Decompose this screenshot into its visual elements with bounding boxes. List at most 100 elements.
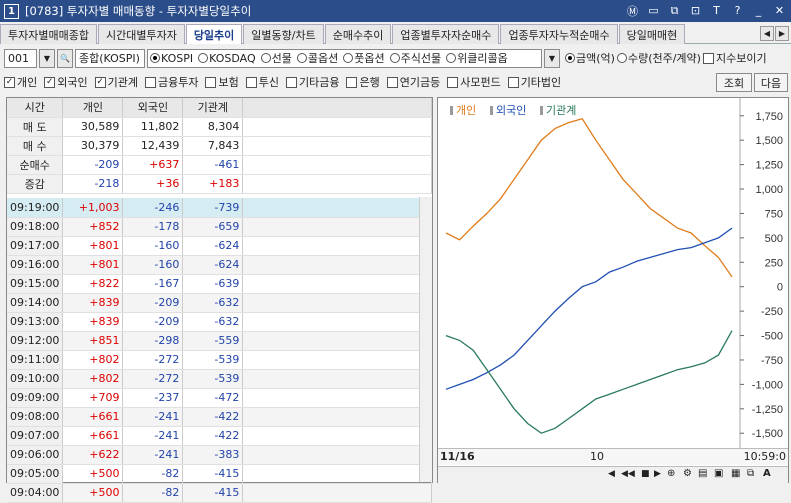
value-cell: -241 — [122, 445, 184, 465]
radio-stock-futures[interactable]: 주식선물 — [389, 50, 441, 66]
investor-checkbox-pension[interactable]: 연기금등 — [386, 74, 440, 90]
table-row[interactable]: 09:06:00 +622 -241 -383 — [7, 445, 432, 465]
next-button[interactable]: 다음 — [754, 73, 788, 92]
text-icon[interactable]: T — [709, 3, 724, 18]
value-cell: -241 — [122, 426, 184, 446]
show-index-checkbox[interactable]: 지수보이기 — [702, 50, 767, 66]
radio-kospi[interactable]: KOSPI — [150, 52, 193, 65]
font-icon[interactable]: A — [763, 468, 771, 479]
minimize-icon[interactable]: _ — [751, 3, 766, 18]
table-row[interactable]: 09:10:00 +802 -272 -539 — [7, 369, 432, 389]
investor-checkbox-institution[interactable]: ✓ 기관계 — [94, 74, 138, 90]
radio-quantity[interactable]: 수량(천주/계약) — [616, 50, 701, 66]
legend-marker — [490, 106, 493, 115]
tab-time-investor[interactable]: 시간대별투자자 — [97, 24, 185, 44]
help-icon[interactable]: ? — [730, 3, 745, 18]
investor-checkbox-insurance[interactable]: 보험 — [205, 74, 239, 90]
table-row[interactable]: 09:07:00 +661 -241 -422 — [7, 426, 432, 446]
radio-weekly-call[interactable]: 위클리콜옵 — [446, 50, 508, 66]
table-row[interactable]: 09:05:00 +500 -82 -415 — [7, 464, 432, 484]
tab-intraday-trend[interactable]: 당일추이 — [185, 24, 243, 44]
tab-bar: 투자자별매매종합 시간대별투자자 당일추이 일별동향/차트 순매수추이 업종별투… — [0, 24, 791, 44]
radio-amount[interactable]: 금액(억) — [565, 50, 615, 66]
radio-call[interactable]: 콜옵션 — [296, 50, 338, 66]
tab-daily-chart[interactable]: 일별동향/차트 — [243, 24, 324, 44]
chevron-down-icon[interactable]: ▼ — [544, 48, 560, 68]
vertical-scrollbar[interactable] — [419, 197, 432, 482]
value-cell: -472 — [182, 388, 244, 408]
table-row[interactable]: 09:16:00 +801 -160 -624 — [7, 255, 432, 275]
investor-checkbox-foreign[interactable]: ✓ 외국인 — [44, 74, 88, 90]
m-icon[interactable]: Ⓜ — [625, 3, 640, 18]
table-row[interactable]: 09:14:00 +839 -209 -632 — [7, 293, 432, 313]
tab-investor-summary[interactable]: 투자자별매매종합 — [0, 24, 97, 44]
chart-left-icon[interactable]: ◀ — [608, 469, 615, 479]
query-button[interactable]: 조회 — [716, 73, 752, 92]
table-row[interactable]: 09:17:00 +801 -160 -624 — [7, 236, 432, 256]
table-row[interactable]: 09:04:00 +500 -82 -415 — [7, 483, 432, 503]
empty-cell — [242, 198, 432, 218]
value-cell: +822 — [62, 274, 124, 294]
window-icon[interactable]: ▭ — [646, 3, 661, 18]
radio-dot-icon — [198, 53, 209, 63]
investor-checkbox-trust[interactable]: 투신 — [245, 74, 279, 90]
investor-checkbox-other-finance[interactable]: 기타금융 — [285, 74, 339, 90]
table-row[interactable]: 09:12:00 +851 -298 -559 — [7, 331, 432, 351]
radio-put[interactable]: 풋옵션 — [343, 50, 385, 66]
value-cell: -246 — [122, 198, 184, 218]
line-chart: 1,750 1,500 1,250 1,000 750 500 250 0 -250 -500 -7… — [445, 98, 783, 448]
table-row[interactable]: 09:09:00 +709 -237 -472 — [7, 388, 432, 408]
y-tick-label: -250 — [761, 306, 783, 318]
summary-row-net: 순매수 -209 +637 -461 — [7, 155, 432, 175]
table-row[interactable]: 09:15:00 +822 -167 -639 — [7, 274, 432, 294]
investor-checkbox-bank[interactable]: 은행 — [346, 74, 380, 90]
value-cell: -272 — [122, 350, 184, 370]
table-row[interactable]: 09:08:00 +661 -241 -422 — [7, 407, 432, 427]
empty-cell — [242, 464, 432, 484]
save-icon[interactable]: ▣ — [714, 468, 723, 479]
tab-left-arrow-icon[interactable]: ◀ — [760, 26, 774, 41]
checkbox-icon — [346, 76, 358, 88]
chart-panel: 1,750 1,500 1,250 1,000 750 500 250 0 -250 -500 -7… — [437, 97, 789, 483]
cell: 30,589 — [62, 117, 124, 137]
value-cell: -160 — [122, 236, 184, 256]
checkbox-icon — [386, 76, 398, 88]
radio-kosdaq[interactable]: KOSDAQ — [198, 52, 256, 65]
table-row[interactable]: 09:13:00 +839 -209 -632 — [7, 312, 432, 332]
value-cell: -415 — [182, 483, 244, 503]
tab-intraday-trade[interactable]: 당일매매현 — [618, 24, 686, 44]
investor-checkbox-other-corp[interactable]: 기타법인 — [507, 74, 561, 90]
table-row[interactable]: 09:11:00 +802 -272 -539 — [7, 350, 432, 370]
copy-icon[interactable]: ⧉ — [667, 3, 682, 18]
investor-checkbox-finance[interactable]: 금융투자 — [145, 74, 198, 90]
print-icon[interactable]: ▤ — [698, 468, 707, 479]
investor-checkbox-private-fund[interactable]: 사모펀드 — [447, 74, 501, 90]
table-row[interactable]: 09:19:00 +1,003 -246 -739 — [7, 198, 432, 218]
rewind-icon[interactable]: ◀◀ — [621, 469, 635, 479]
settings-icon[interactable]: ⚙ — [683, 468, 692, 479]
tab-right-arrow-icon[interactable]: ▶ — [775, 26, 789, 41]
tab-sector-net-buy[interactable]: 업종별투자자순매수 — [392, 24, 500, 44]
value-cell: -639 — [182, 274, 244, 294]
tab-net-buy-trend[interactable]: 순매수추이 — [324, 24, 392, 44]
chevron-down-icon[interactable]: ▼ — [39, 48, 55, 68]
time-cell: 09:10:00 — [7, 369, 64, 389]
table-icon[interactable]: ▦ — [731, 468, 740, 479]
time-cell: 09:04:00 — [7, 483, 64, 503]
close-icon[interactable]: ✕ — [772, 3, 787, 18]
search-icon[interactable]: 🔍 — [57, 48, 73, 68]
table-row[interactable]: 09:18:00 +852 -178 -659 — [7, 217, 432, 237]
cell: +183 — [182, 174, 244, 194]
radio-futures[interactable]: 선물 — [260, 50, 292, 66]
forward-icon[interactable]: ▶ — [654, 469, 661, 479]
y-tick-label: 1,500 — [755, 135, 783, 147]
tab-sector-cumulative[interactable]: 업종투자자누적순매수 — [500, 24, 618, 44]
lock-icon[interactable]: ⊡ — [688, 3, 703, 18]
stop-icon[interactable]: ■ — [641, 469, 650, 479]
zoom-icon[interactable]: ⊕ — [667, 468, 675, 479]
time-cell: 09:11:00 — [7, 350, 64, 370]
export-icon[interactable]: ⧉ — [747, 468, 754, 479]
x-mid-label: 10 — [590, 450, 604, 463]
investor-checkbox-individual[interactable]: ✓ 개인 — [4, 74, 37, 90]
market-code-field[interactable]: 001 — [4, 48, 37, 68]
